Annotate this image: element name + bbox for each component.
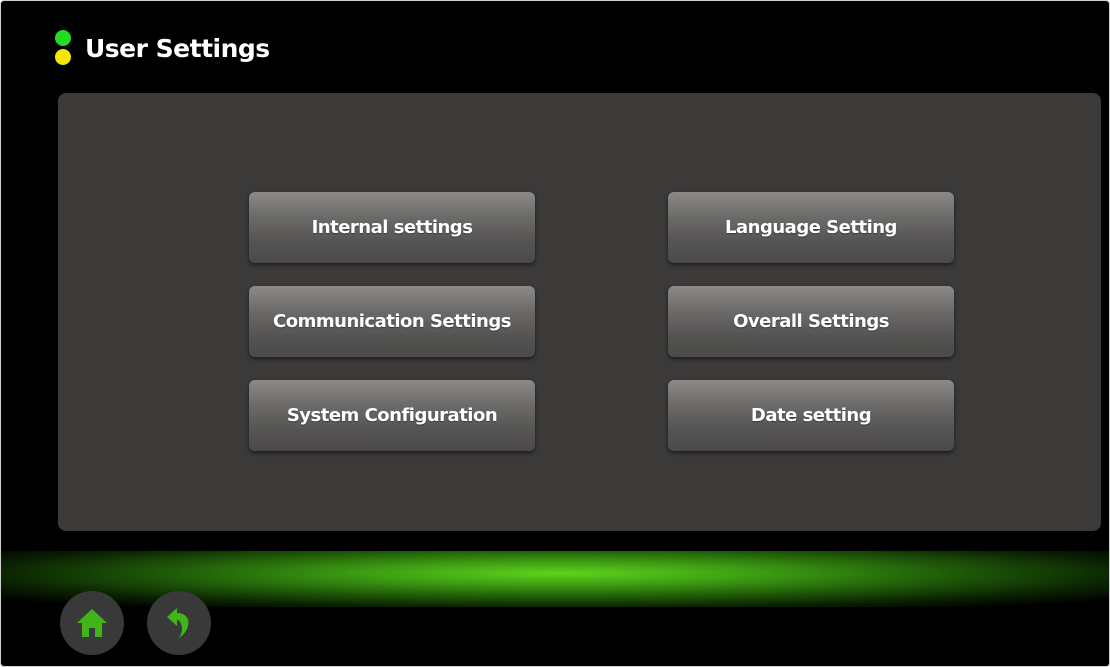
back-button[interactable] [147, 591, 211, 655]
communication-settings-button[interactable]: Communication Settings [249, 286, 535, 357]
settings-screen: User Settings Internal settings Language… [0, 0, 1110, 667]
green-status-led-icon [55, 30, 71, 46]
yellow-status-led-icon [55, 49, 71, 65]
page-title: User Settings [85, 34, 270, 63]
status-leds [55, 30, 71, 66]
back-arrow-icon [167, 608, 189, 638]
date-setting-button[interactable]: Date setting [668, 380, 954, 451]
settings-panel: Internal settings Language Setting Commu… [58, 93, 1101, 531]
language-setting-button[interactable]: Language Setting [668, 192, 954, 263]
screen-content: User Settings Internal settings Language… [1, 11, 1109, 666]
system-configuration-button[interactable]: System Configuration [249, 380, 535, 451]
internal-settings-button[interactable]: Internal settings [249, 192, 535, 263]
overall-settings-button[interactable]: Overall Settings [668, 286, 954, 357]
home-icon [77, 609, 107, 637]
home-button[interactable] [60, 591, 124, 655]
